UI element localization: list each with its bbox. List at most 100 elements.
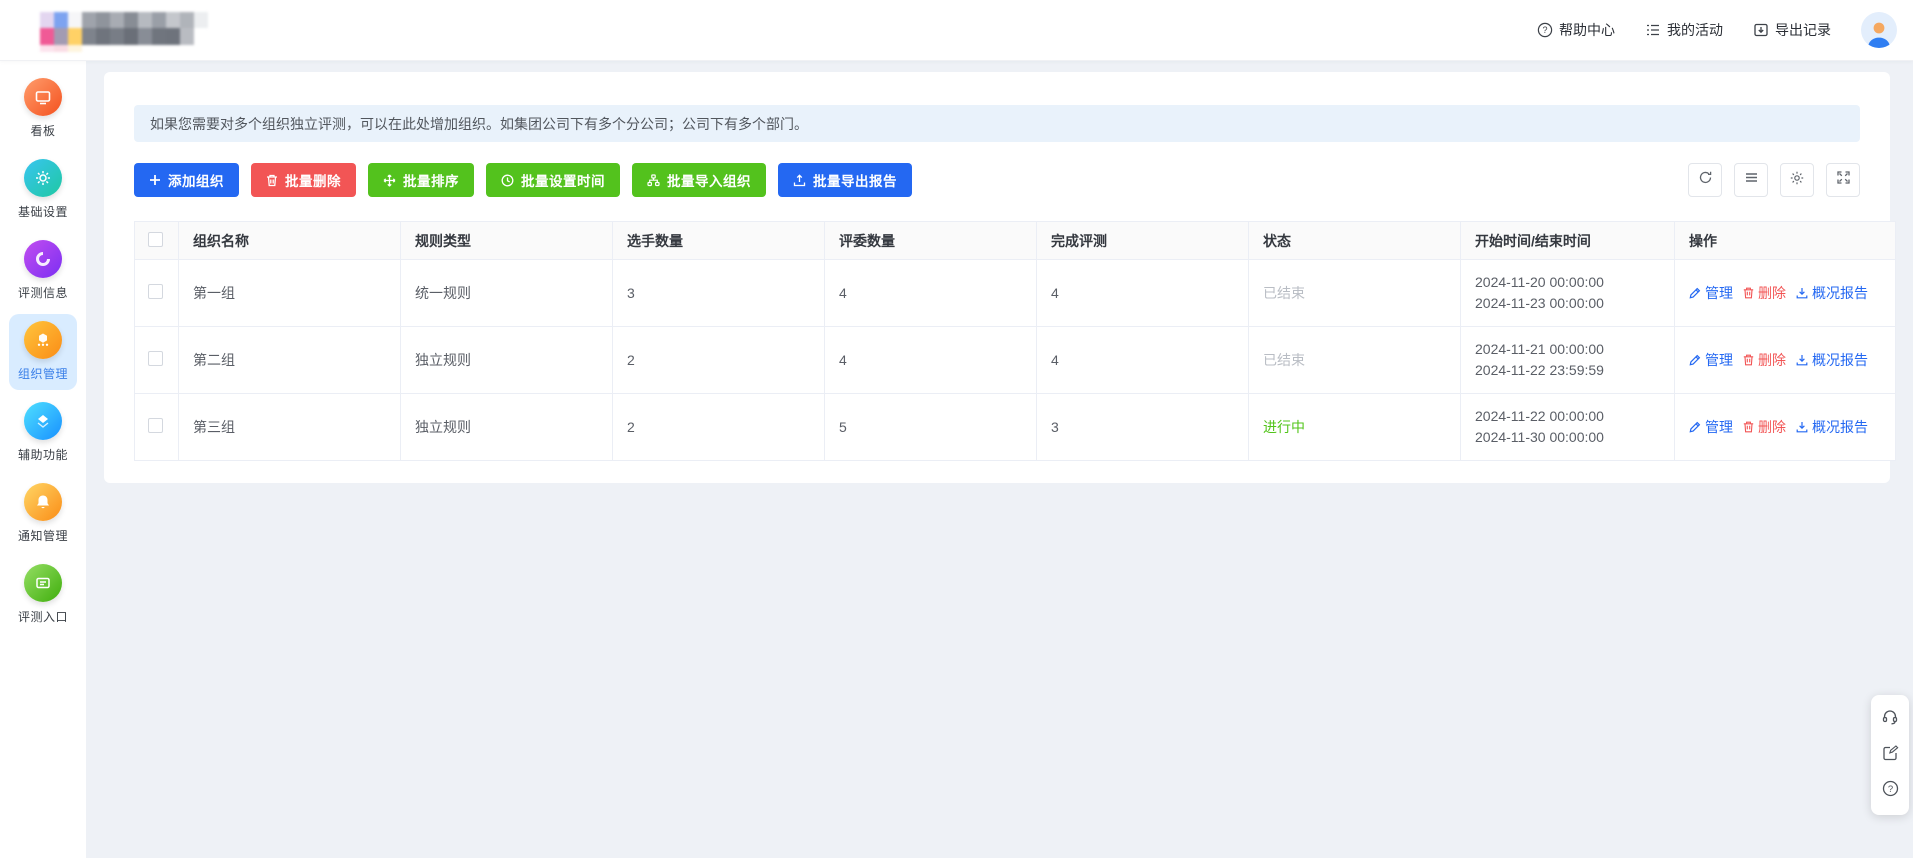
status-badge: 已结束 xyxy=(1263,352,1305,368)
batch-delete-button[interactable]: 批量删除 xyxy=(251,163,356,197)
info-banner: 如果您需要对多个组织独立评测，可以在此处增加组织。如集团公司下有多个分公司；公司… xyxy=(134,105,1860,142)
main-content: 如果您需要对多个组织独立评测，可以在此处增加组织。如集团公司下有多个分公司；公司… xyxy=(86,61,1913,858)
dashboard-icon xyxy=(24,78,62,116)
headset-icon xyxy=(1881,708,1899,731)
density-icon xyxy=(1744,170,1759,190)
players-cell: 3 xyxy=(613,260,825,327)
column-settings-button[interactable] xyxy=(1780,163,1814,197)
delete-link[interactable]: 删除 xyxy=(1743,350,1786,370)
trash-icon xyxy=(266,174,278,187)
sidebar-item-auxiliary-functions[interactable]: 辅助功能 xyxy=(9,395,77,471)
gear-icon xyxy=(1789,170,1805,191)
col-header-players: 选手数量 xyxy=(613,222,825,260)
batch-import-button[interactable]: 批量导入组织 xyxy=(632,163,766,197)
help-circle-icon: ? xyxy=(1537,22,1553,38)
my-activity-label: 我的活动 xyxy=(1667,20,1723,40)
pencil-icon xyxy=(1689,421,1701,433)
select-all-checkbox[interactable] xyxy=(148,232,163,247)
sidebar-item-label: 组织管理 xyxy=(11,365,75,382)
col-header-actions: 操作 xyxy=(1675,222,1896,260)
person-icon xyxy=(1864,18,1894,48)
bell-icon xyxy=(24,483,62,521)
feedback-edit-icon xyxy=(1882,744,1899,766)
col-header-completed: 完成评测 xyxy=(1037,222,1249,260)
help-center-label: 帮助中心 xyxy=(1559,20,1615,40)
entry-card-icon xyxy=(24,564,62,602)
org-name-cell: 第二组 xyxy=(179,327,401,394)
floating-tools-panel: ? xyxy=(1871,695,1909,815)
time-cell: 2024-11-20 00:00:002024-11-23 00:00:00 xyxy=(1461,260,1675,327)
batch-export-report-button[interactable]: 批量导出报告 xyxy=(778,163,912,197)
completed-cell: 3 xyxy=(1037,394,1249,461)
help-center-link[interactable]: ? 帮助中心 xyxy=(1537,20,1615,40)
batch-sort-button[interactable]: 批量排序 xyxy=(368,163,474,197)
sidebar-item-basic-settings[interactable]: 基础设置 xyxy=(9,152,77,228)
export-record-icon xyxy=(1753,22,1769,38)
table-row: 第二组 独立规则 2 4 4 已结束 2024-11-21 00:00:0020… xyxy=(135,327,1896,394)
download-icon xyxy=(1796,354,1808,366)
feedback-button[interactable] xyxy=(1871,737,1909,773)
row-checkbox[interactable] xyxy=(148,418,163,433)
pencil-icon xyxy=(1689,287,1701,299)
completed-cell: 4 xyxy=(1037,260,1249,327)
refresh-icon xyxy=(1698,170,1713,190)
organization-table: 组织名称 规则类型 选手数量 评委数量 完成评测 状态 开始时间/结束时间 操作… xyxy=(134,221,1896,461)
user-avatar[interactable] xyxy=(1861,12,1897,48)
manage-link[interactable]: 管理 xyxy=(1689,283,1733,303)
sidebar-item-label: 看板 xyxy=(11,122,75,139)
sidebar-item-organization-management[interactable]: 组织管理 xyxy=(9,314,77,390)
export-record-link[interactable]: 导出记录 xyxy=(1753,20,1831,40)
export-icon xyxy=(793,174,806,187)
activity-list-icon xyxy=(1645,22,1661,38)
sidebar-item-evaluation-entry[interactable]: 评测入口 xyxy=(9,557,77,633)
blurred-logo-icon xyxy=(40,8,218,52)
rule-type-cell: 独立规则 xyxy=(401,327,613,394)
sidebar-item-label: 辅助功能 xyxy=(11,446,75,463)
sidebar-item-notification-management[interactable]: 通知管理 xyxy=(9,476,77,552)
my-activity-link[interactable]: 我的活动 xyxy=(1645,20,1723,40)
top-header: ? 帮助中心 我的活动 导出记录 xyxy=(0,0,1913,61)
sidebar-item-label: 评测入口 xyxy=(11,608,75,625)
fullscreen-icon xyxy=(1836,170,1851,190)
auxiliary-icon xyxy=(24,402,62,440)
completed-cell: 4 xyxy=(1037,327,1249,394)
trash-icon xyxy=(1743,287,1754,299)
batch-set-time-button[interactable]: 批量设置时间 xyxy=(486,163,620,197)
settings-gear-icon xyxy=(24,159,62,197)
rule-type-cell: 统一规则 xyxy=(401,260,613,327)
status-badge: 已结束 xyxy=(1263,285,1305,301)
time-cell: 2024-11-21 00:00:002024-11-22 23:59:59 xyxy=(1461,327,1675,394)
customer-service-button[interactable] xyxy=(1871,701,1909,737)
refresh-button[interactable] xyxy=(1688,163,1722,197)
sidebar-item-dashboard[interactable]: 看板 xyxy=(9,71,77,147)
table-header-row: 组织名称 规则类型 选手数量 评委数量 完成评测 状态 开始时间/结束时间 操作 xyxy=(135,222,1896,260)
overview-report-link[interactable]: 概况报告 xyxy=(1796,283,1868,303)
trash-icon xyxy=(1743,354,1754,366)
fullscreen-button[interactable] xyxy=(1826,163,1860,197)
svg-text:?: ? xyxy=(1542,25,1547,35)
org-name-cell: 第一组 xyxy=(179,260,401,327)
trash-icon xyxy=(1743,421,1754,433)
import-icon xyxy=(647,174,660,187)
row-checkbox[interactable] xyxy=(148,284,163,299)
row-checkbox[interactable] xyxy=(148,351,163,366)
organization-icon xyxy=(24,321,62,359)
add-organization-button[interactable]: 添加组织 xyxy=(134,163,239,197)
col-header-status: 状态 xyxy=(1249,222,1461,260)
density-button[interactable] xyxy=(1734,163,1768,197)
overview-report-link[interactable]: 概况报告 xyxy=(1796,350,1868,370)
judges-cell: 4 xyxy=(825,260,1037,327)
question-icon: ? xyxy=(1882,780,1899,802)
delete-link[interactable]: 删除 xyxy=(1743,417,1786,437)
delete-link[interactable]: 删除 xyxy=(1743,283,1786,303)
rule-type-cell: 独立规则 xyxy=(401,394,613,461)
overview-report-link[interactable]: 概况报告 xyxy=(1796,417,1868,437)
plus-icon xyxy=(149,174,161,186)
help-button[interactable]: ? xyxy=(1871,773,1909,809)
sidebar-item-label: 评测信息 xyxy=(11,284,75,301)
time-cell: 2024-11-22 00:00:002024-11-30 00:00:00 xyxy=(1461,394,1675,461)
judges-cell: 4 xyxy=(825,327,1037,394)
manage-link[interactable]: 管理 xyxy=(1689,350,1733,370)
manage-link[interactable]: 管理 xyxy=(1689,417,1733,437)
sidebar-item-evaluation-info[interactable]: 评测信息 xyxy=(9,233,77,309)
